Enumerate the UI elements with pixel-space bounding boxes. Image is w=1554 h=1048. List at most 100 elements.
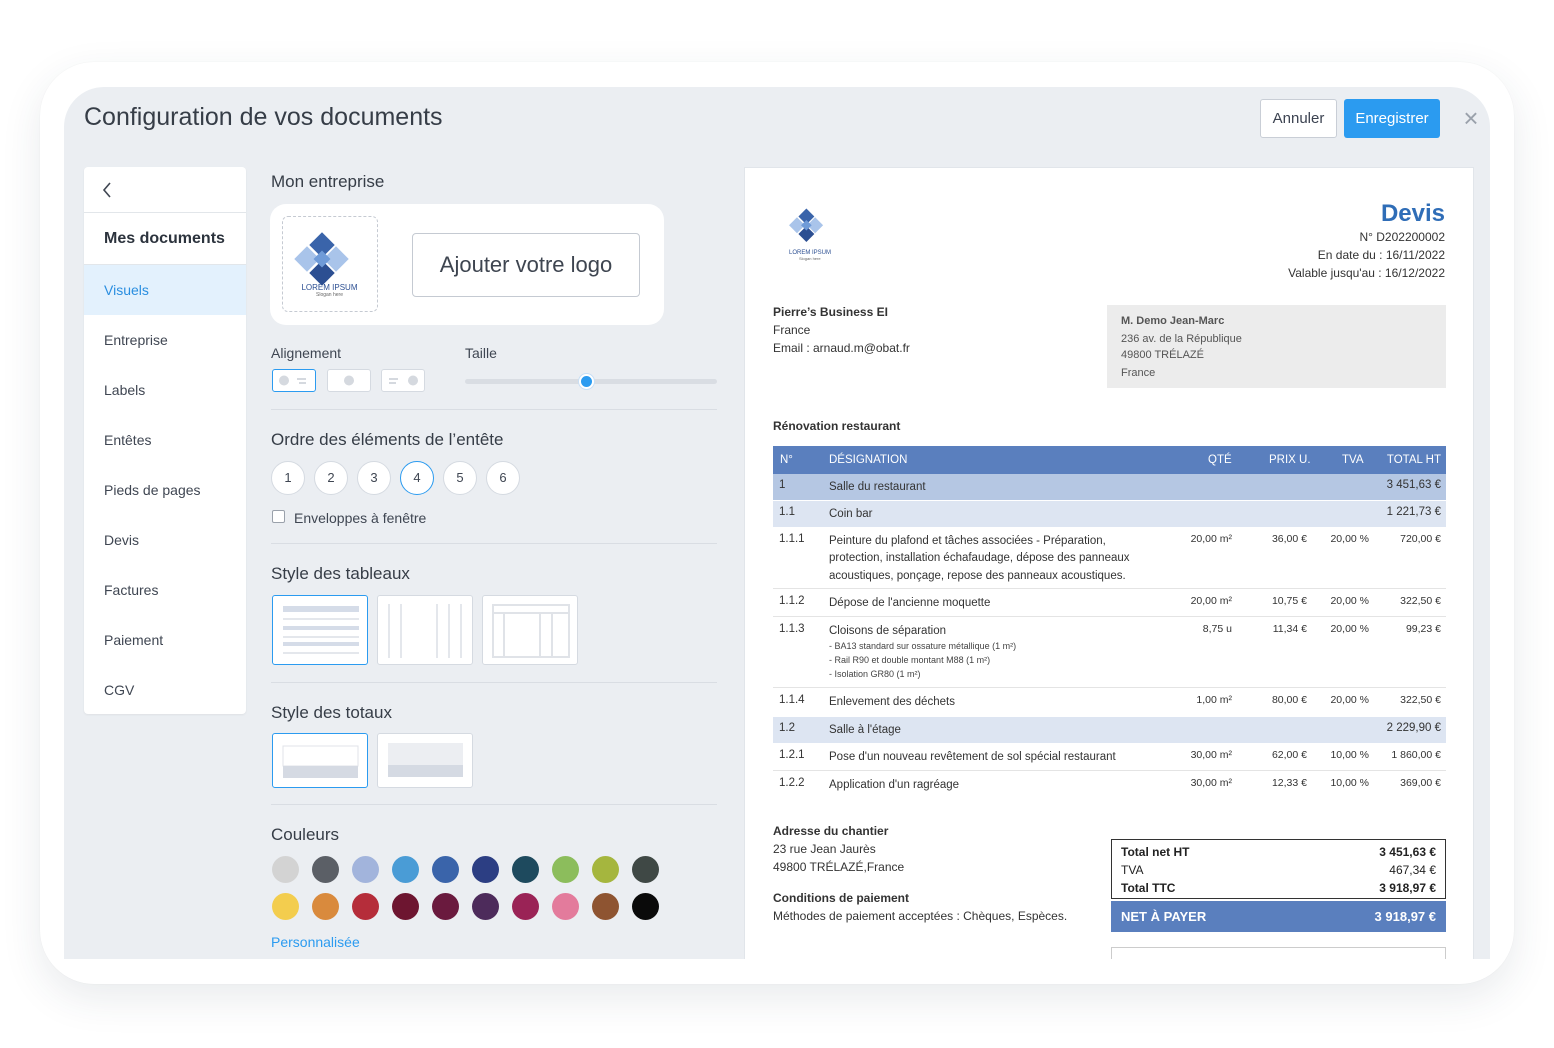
doc-number: N° D202200002: [1359, 230, 1445, 244]
table-row: 1.2 Salle à l'étage 2 229,90 €: [773, 717, 1446, 743]
total-ttc-value: 3 918,97 €: [1379, 881, 1436, 895]
logo-upload-box[interactable]: LOREM IPSUM Slogan here: [282, 216, 378, 312]
color-swatch[interactable]: [432, 856, 459, 883]
totals-style-1-icon: [282, 745, 359, 778]
client-box: M. Demo Jean-Marc 236 av. de la Républiq…: [1107, 305, 1446, 388]
divider: [271, 804, 717, 805]
total-net-ht-label: Total net HT: [1121, 845, 1190, 859]
color-swatch[interactable]: [472, 856, 499, 883]
color-swatch[interactable]: [592, 856, 619, 883]
client-country: France: [1121, 367, 1156, 379]
table-style-option-3[interactable]: [482, 595, 578, 665]
color-swatch[interactable]: [592, 893, 619, 920]
sidebar-header: Mes documents: [84, 213, 246, 265]
color-swatch[interactable]: [392, 893, 419, 920]
custom-color-link[interactable]: Personnalisée: [271, 934, 360, 950]
color-swatch[interactable]: [512, 893, 539, 920]
alignment-label: Alignement: [271, 345, 342, 361]
table-header: N° DÉSIGNATION QTÉ PRIX U. TVA TOTAL HT: [773, 446, 1446, 474]
align-center-icon: [344, 375, 354, 386]
order-option-3[interactable]: 3: [357, 461, 391, 495]
save-button[interactable]: Enregistrer: [1344, 99, 1440, 138]
site-city: 49800 TRÉLAZÉ,France: [773, 860, 905, 874]
align-right-button[interactable]: [381, 369, 425, 392]
table-style-option-1[interactable]: [272, 595, 368, 665]
sidebar-item-factures[interactable]: Factures: [84, 565, 246, 615]
col-tva: TVA: [1342, 454, 1364, 466]
align-right-icon: [389, 375, 418, 386]
cancel-button[interactable]: Annuler: [1260, 99, 1337, 138]
color-swatch[interactable]: [272, 893, 299, 920]
table-row: 1.1.4 Enlevement des déchets 1,00 m² 80,…: [779, 694, 1441, 708]
doc-title: Devis: [1380, 200, 1445, 227]
company-email: Email : arnaud.m@obat.fr: [773, 341, 910, 355]
window-envelope-checkbox[interactable]: [272, 510, 285, 523]
color-swatch[interactable]: [352, 893, 379, 920]
table-row: 1 Salle du restaurant 3 451,63 €: [773, 474, 1446, 500]
order-option-6[interactable]: 6: [486, 461, 520, 495]
total-ttc-label: Total TTC: [1121, 881, 1176, 895]
table-style-3-icon: [492, 604, 570, 658]
company-country: France: [773, 323, 811, 337]
table-style-option-2[interactable]: [377, 595, 473, 665]
color-swatch[interactable]: [552, 856, 579, 883]
table-style-title: Style des tableaux: [271, 564, 410, 583]
logo-card: LOREM IPSUM Slogan here Ajouter votre lo…: [270, 204, 664, 325]
tva-value: 467,34 €: [1389, 863, 1436, 877]
order-option-1[interactable]: 1: [271, 461, 305, 495]
align-left-icon: [279, 375, 306, 386]
color-swatch[interactable]: [352, 856, 379, 883]
color-swatch[interactable]: [392, 856, 419, 883]
color-swatch[interactable]: [432, 893, 459, 920]
divider: [271, 682, 717, 683]
logo-text: LOREM IPSUM: [301, 283, 358, 292]
sidebar: Mes documents Visuels Entreprise Labels …: [84, 167, 246, 714]
site-street: 23 rue Jean Jaurès: [773, 842, 876, 856]
totals-style-option-1[interactable]: [272, 733, 368, 788]
color-swatch[interactable]: [312, 856, 339, 883]
color-swatch[interactable]: [472, 893, 499, 920]
order-option-5[interactable]: 5: [443, 461, 477, 495]
config-window: Configuration de vos documents Annuler E…: [64, 87, 1490, 959]
sidebar-item-cgv[interactable]: CGV: [84, 665, 246, 715]
company-section-title: Mon entreprise: [271, 172, 385, 191]
sidebar-item-pieds-de-pages[interactable]: Pieds de pages: [84, 465, 246, 515]
color-swatch[interactable]: [552, 893, 579, 920]
close-icon[interactable]: ×: [1460, 105, 1482, 131]
add-logo-button[interactable]: Ajouter votre logo: [412, 233, 640, 297]
company-logo-icon: [294, 232, 349, 286]
align-center-button[interactable]: [327, 369, 371, 392]
company-name: Pierre’s Business EI: [773, 305, 888, 319]
totals-style-title: Style des totaux: [271, 703, 392, 722]
tva-label: TVA: [1121, 863, 1144, 877]
doc-valid-until: Valable jusqu'au : 16/12/2022: [1288, 266, 1445, 280]
order-option-2[interactable]: 2: [314, 461, 348, 495]
net-to-pay-value: 3 918,97 €: [1374, 909, 1436, 924]
sidebar-item-entreprise[interactable]: Entreprise: [84, 315, 246, 365]
sidebar-item-visuels[interactable]: Visuels: [84, 265, 246, 315]
color-swatch[interactable]: [312, 893, 339, 920]
align-left-button[interactable]: [272, 369, 316, 392]
sidebar-item-labels[interactable]: Labels: [84, 365, 246, 415]
table-style-1-icon: [283, 606, 359, 654]
total-net-ht-value: 3 451,63 €: [1379, 845, 1436, 859]
color-swatch[interactable]: [632, 856, 659, 883]
totals-style-option-2[interactable]: [377, 733, 473, 788]
table-row: 1.2.1 Pose d'un nouveau revêtement de so…: [773, 744, 1446, 771]
order-option-4[interactable]: 4: [400, 461, 434, 495]
signature-box: [1111, 947, 1446, 959]
color-swatch[interactable]: [512, 856, 539, 883]
col-total: TOTAL HT: [1386, 454, 1441, 466]
doc-logo-slogan: Slogan here: [799, 256, 821, 261]
sidebar-item-paiement[interactable]: Paiement: [84, 615, 246, 665]
color-swatch[interactable]: [632, 893, 659, 920]
size-slider-handle[interactable]: [579, 374, 594, 389]
back-button[interactable]: [84, 167, 246, 213]
sidebar-item-devis[interactable]: Devis: [84, 515, 246, 565]
net-to-pay-bar: NET À PAYER 3 918,97 €: [1111, 901, 1446, 932]
sidebar-item-entetes[interactable]: Entêtes: [84, 415, 246, 465]
site-address-title: Adresse du chantier: [773, 824, 889, 838]
net-to-pay-label: NET À PAYER: [1121, 909, 1207, 924]
client-city: 49800 TRÉLAZÉ: [1121, 349, 1204, 361]
color-swatch[interactable]: [272, 856, 299, 883]
